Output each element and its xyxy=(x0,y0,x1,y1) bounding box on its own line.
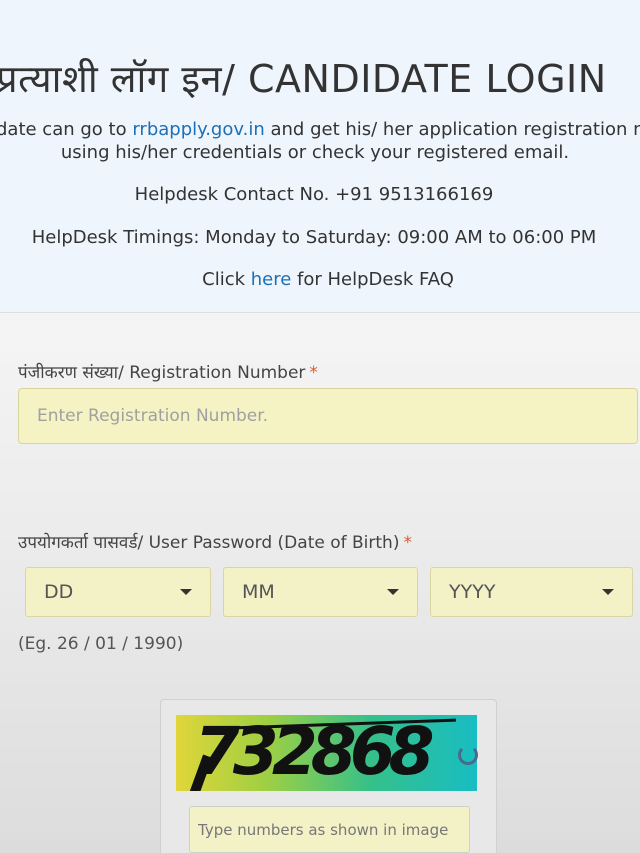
captcha-input[interactable] xyxy=(189,806,470,853)
dob-day-value: DD xyxy=(44,581,74,603)
refresh-icon[interactable] xyxy=(458,745,478,765)
required-marker: * xyxy=(403,533,412,553)
dob-month-value: MM xyxy=(242,581,275,603)
dob-year-select[interactable]: YYYY xyxy=(430,567,633,617)
required-marker: * xyxy=(309,363,318,383)
helpdesk-faq: Click here for HelpDesk FAQ xyxy=(8,269,640,290)
faq-suffix: for HelpDesk FAQ xyxy=(291,269,454,290)
captcha-image: 732868 xyxy=(176,715,477,791)
dob-day-select[interactable]: DD xyxy=(25,567,211,617)
faq-here-link[interactable]: here xyxy=(251,269,292,290)
dob-year-value: YYYY xyxy=(449,581,496,603)
dob-month-select[interactable]: MM xyxy=(223,567,418,617)
helpdesk-contact: Helpdesk Contact No. +91 9513166169 xyxy=(134,184,494,205)
login-header: प्रत्याशी लॉग इन/ CANDIDATE LOGIN date c… xyxy=(0,0,640,313)
registration-number-label: पंजीकरण संख्या/ Registration Number * xyxy=(18,360,318,383)
caret-down-icon xyxy=(602,589,614,595)
instructions-line-1: date can go to rrbapply.gov.in and get h… xyxy=(0,119,640,140)
instructions-line-2: using his/her credentials or check your … xyxy=(60,142,570,163)
instructions-text: date can go to xyxy=(0,119,133,140)
captcha-code: 732868 xyxy=(194,715,435,790)
registration-label-text: पंजीकरण संख्या/ Registration Number xyxy=(18,363,306,383)
faq-prefix: Click xyxy=(202,269,251,290)
page-title: प्रत्याशी लॉग इन/ CANDIDATE LOGIN xyxy=(0,57,607,101)
password-label: उपयोगकर्ता पासवर्ड/ User Password (Date … xyxy=(18,530,412,553)
registration-number-input[interactable] xyxy=(18,388,638,444)
caret-down-icon xyxy=(180,589,192,595)
helpdesk-timings: HelpDesk Timings: Monday to Saturday: 09… xyxy=(31,227,597,248)
caret-down-icon xyxy=(387,589,399,595)
dob-format-hint: (Eg. 26 / 01 / 1990) xyxy=(18,634,184,654)
instructions-text-suffix: and get his/ her application registratio… xyxy=(264,119,640,140)
rrbapply-link[interactable]: rrbapply.gov.in xyxy=(132,119,264,140)
password-label-text: उपयोगकर्ता पासवर्ड/ User Password (Date … xyxy=(18,533,400,553)
